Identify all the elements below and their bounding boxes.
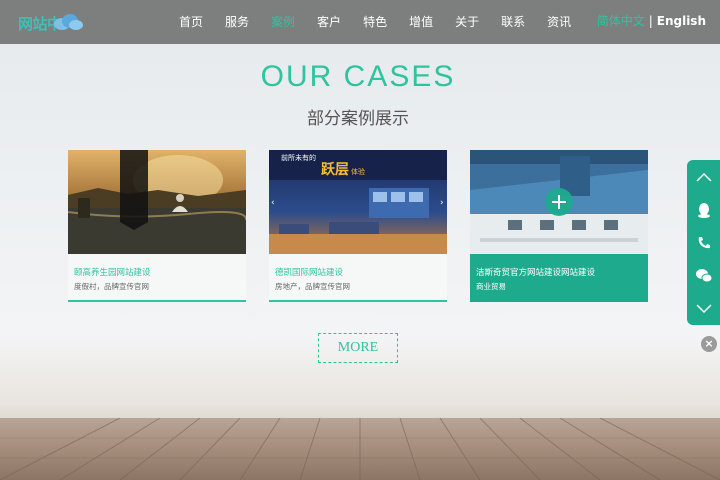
case-title-3: 洁斯奇贸官方网站建设网站建设 <box>476 268 596 278</box>
case-title-1: 颐高养生园网站建设 <box>74 268 151 278</box>
case-card-1[interactable]: 颐高养生园网站建设 度假村，品牌宣传官网 <box>68 150 246 302</box>
wechat-button[interactable] <box>687 259 720 292</box>
case-thumbnail-1 <box>68 150 246 254</box>
language-switch: 简体中文 | English <box>597 0 706 42</box>
phone-button[interactable] <box>687 226 720 259</box>
wooden-floor-decoration <box>0 418 720 480</box>
close-icon[interactable]: × <box>701 336 717 352</box>
section-title-en: OUR CASES <box>260 60 456 93</box>
nav-features[interactable]: 特色 <box>352 0 398 44</box>
nav-clients[interactable]: 客户 <box>306 0 352 44</box>
site-logo[interactable]: 网站中 <box>18 10 118 34</box>
carousel-prev-icon: ‹ <box>271 198 275 208</box>
qq-icon <box>697 202 710 218</box>
nav-cases[interactable]: 案例 <box>260 0 306 44</box>
lang-english-link[interactable]: English <box>657 14 706 28</box>
case-card-2[interactable]: 前所未有的 跃层 体验 ‹ › 德凯国际网站建设 房地产，品牌宣传官网 <box>269 150 447 302</box>
section-title-cn: 部分案例展示 <box>307 109 409 129</box>
nav-value-added[interactable]: 增值 <box>398 0 444 44</box>
lang-separator: | <box>648 14 653 28</box>
case-thumbnail-3 <box>470 150 648 254</box>
case-thumbnail-2: 前所未有的 跃层 体验 ‹ › <box>269 150 447 254</box>
nav-home[interactable]: 首页 <box>168 0 214 44</box>
chevron-down-icon <box>695 303 712 313</box>
phone-icon <box>698 236 710 248</box>
case-subtitle-1: 度假村，品牌宣传官网 <box>74 282 149 291</box>
case-subtitle-2: 房地产，品牌宣传官网 <box>275 282 350 291</box>
nav-news[interactable]: 资讯 <box>536 0 582 44</box>
lang-chinese-link[interactable]: 简体中文 <box>597 14 645 28</box>
case-subtitle-3: 商业贸易 <box>476 282 506 291</box>
top-nav-bar: 网站中 首页 服务 案例 客户 特色 增值 关于 联系 资讯 简体中文 | Engl… <box>0 0 720 44</box>
chevron-up-icon <box>695 172 712 182</box>
qq-button[interactable] <box>687 193 720 226</box>
scroll-up-button[interactable] <box>687 160 720 193</box>
nav-services[interactable]: 服务 <box>214 0 260 44</box>
case-title-2: 德凯国际网站建设 <box>275 268 344 278</box>
nav-about[interactable]: 关于 <box>444 0 490 44</box>
case2-banner-line1: 前所未有的 <box>281 153 316 162</box>
wechat-icon <box>695 268 712 282</box>
main-nav: 首页 服务 案例 客户 特色 增值 关于 联系 资讯 <box>168 0 582 44</box>
more-button[interactable]: MORE <box>318 333 398 363</box>
cloud-icon <box>54 14 83 30</box>
case2-banner-line3: 体验 <box>351 167 365 176</box>
scroll-down-button[interactable] <box>687 292 720 325</box>
nav-contact[interactable]: 联系 <box>490 0 536 44</box>
case-card-3[interactable]: 洁斯奇贸官方网站建设网站建设 商业贸易 <box>470 150 648 302</box>
case2-banner-line2: 跃层 <box>321 162 349 178</box>
carousel-next-icon: › <box>440 198 444 208</box>
side-contact-widget <box>687 160 720 325</box>
